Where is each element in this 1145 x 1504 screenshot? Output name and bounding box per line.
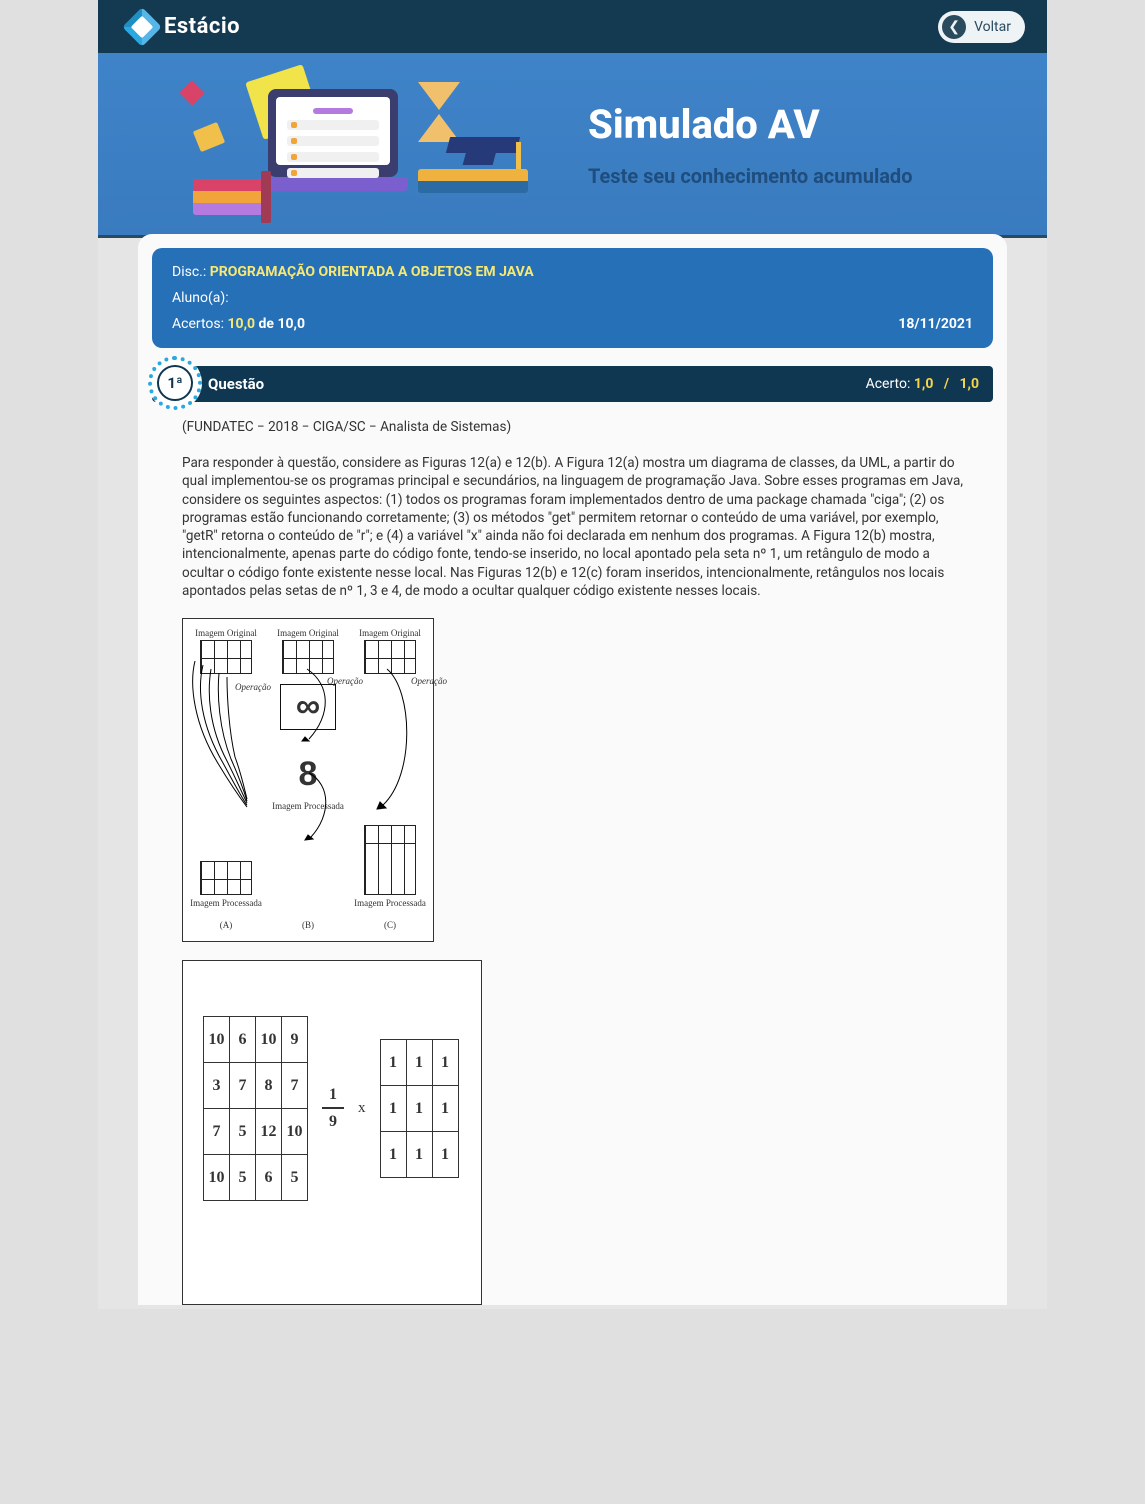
fig2-fraction: 1 9 [322,1084,344,1133]
multiply-icon: x [358,1098,366,1118]
topbar: Estácio ❮ Voltar [98,0,1047,53]
grid-icon [200,861,252,895]
brand-logo-icon [128,13,156,41]
question-header: 1ª Questão Acerto: 1,0 / 1,0 [152,366,993,402]
question-title: Questão [208,375,264,393]
banner-title: Simulado AV [588,101,912,148]
brand-name: Estácio [164,14,240,39]
question-text: Para responder à questão, considere as F… [182,454,963,600]
question-figure-2: 106109 3787 751210 10565 1 9 x 111 [182,960,482,1305]
exam-meta-box: Disc.: PROGRAMAÇÃO ORIENTADA A OBJETOS E… [152,248,993,348]
banner: Simulado AV Teste seu conhecimento acumu… [98,53,1047,238]
question-block: 1ª Questão Acerto: 1,0 / 1,0 (FUNDATEC −… [152,366,993,1305]
question-figure-1: Imagem Original Operação Imagem Proc [182,618,434,942]
question-source: (FUNDATEC − 2018 − CIGA/SC − Analista de… [182,418,963,436]
banner-illustration [128,64,508,224]
page: Estácio ❮ Voltar Simulado AV Teste seu c… [98,0,1047,1309]
brand-logo[interactable]: Estácio [128,13,240,41]
fig2-matrix-b: 111 111 111 [380,1039,459,1178]
meta-score-date: Acertos: 10,0 de 10,0 18/11/2021 [172,316,973,332]
meta-discipline: Disc.: PROGRAMAÇÃO ORIENTADA A OBJETOS E… [172,264,973,280]
meta-date: 18/11/2021 [898,316,973,332]
question-body: (FUNDATEC − 2018 − CIGA/SC − Analista de… [152,402,993,1305]
content-card: Disc.: PROGRAMAÇÃO ORIENTADA A OBJETOS E… [138,234,1007,1305]
question-score: Acerto: 1,0 / 1,0 [866,376,979,392]
back-button-label: Voltar [974,19,1011,35]
grid-icon [364,825,416,895]
fig1-col-c: Imagem Original Operação Imagem Processa… [353,629,427,931]
chevron-left-icon: ❮ [942,15,966,39]
fig2-matrix-a: 106109 3787 751210 10565 [203,1016,308,1201]
meta-student: Aluno(a): [172,290,973,306]
fig1-col-b: Imagem Original Operação ∞ 8 [271,629,345,931]
banner-subtitle: Teste seu conhecimento acumulado [588,164,912,188]
fig1-col-a: Imagem Original Operação Imagem Proc [189,629,263,931]
question-number-badge: 1ª [148,356,202,410]
back-button[interactable]: ❮ Voltar [938,11,1025,43]
